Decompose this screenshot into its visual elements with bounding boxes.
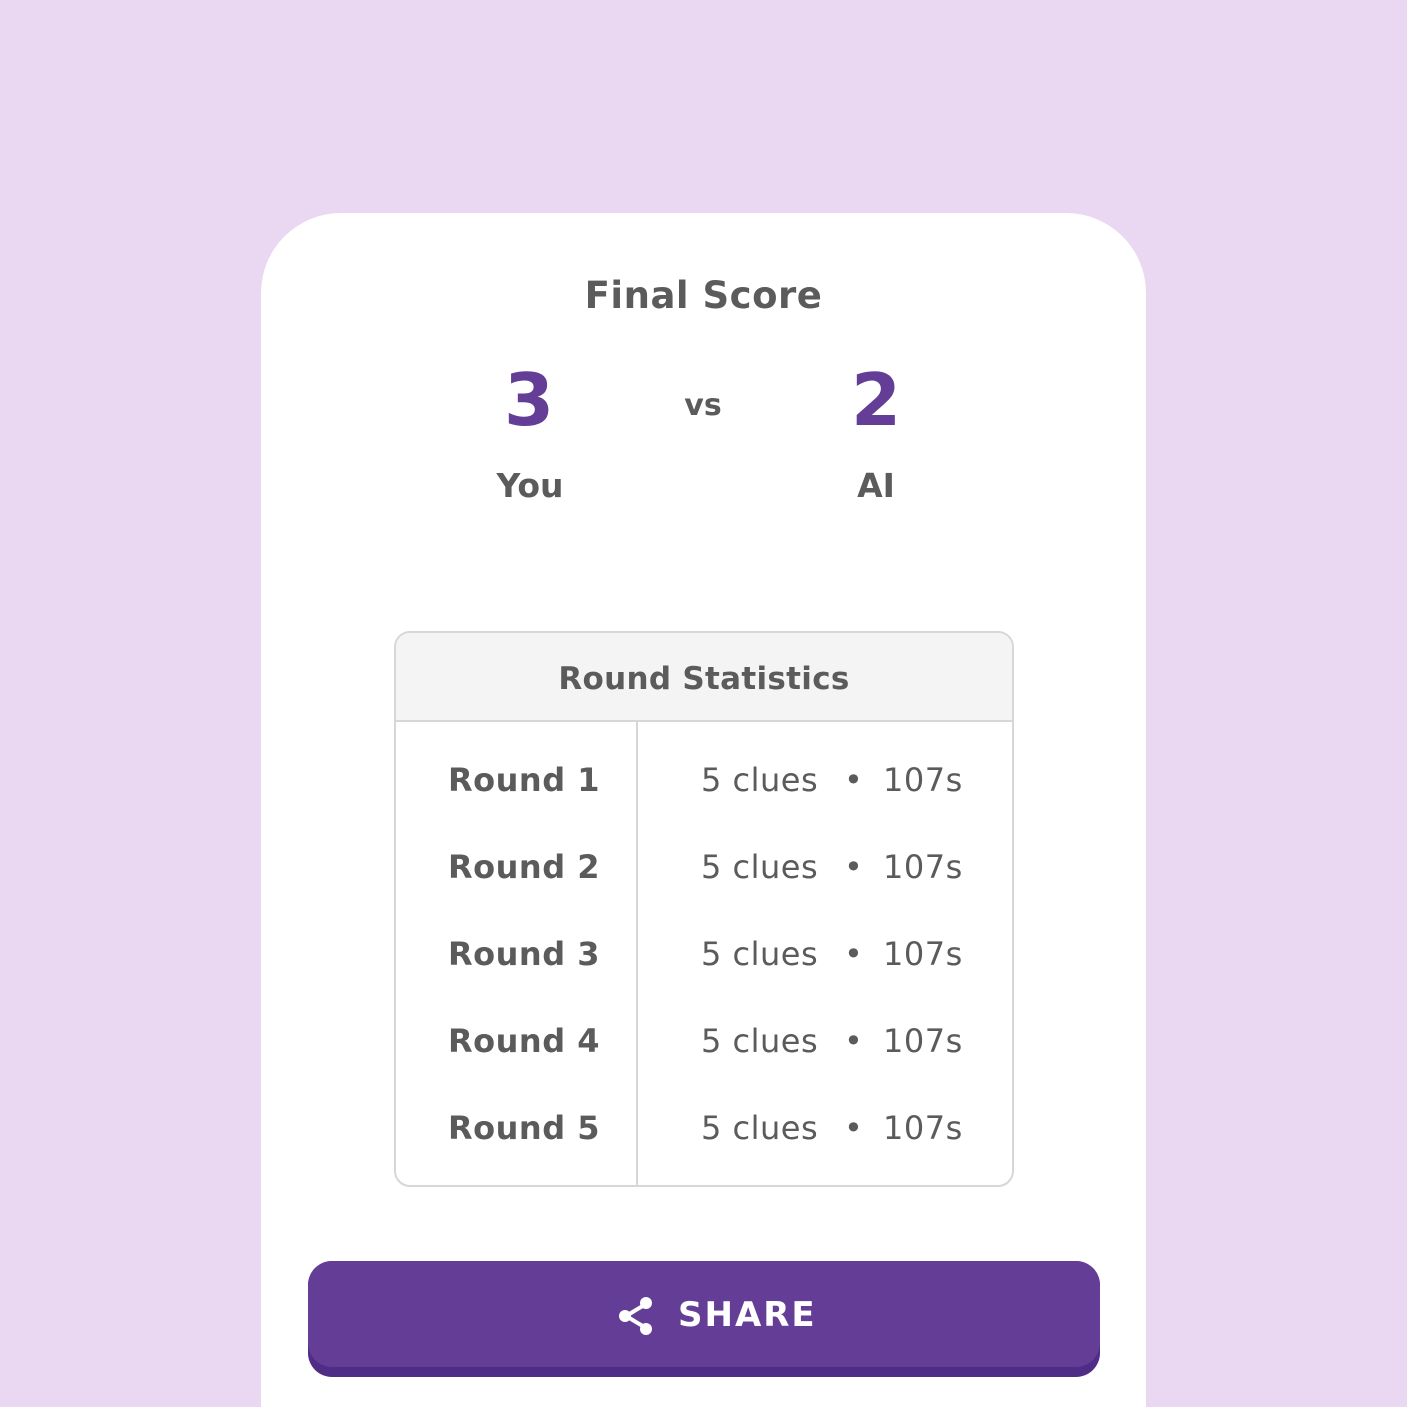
round-label: Round 3 (448, 935, 600, 973)
round-label: Round 2 (448, 848, 600, 886)
player-score: 3 (503, 358, 555, 442)
round-label: Round 5 (448, 1109, 600, 1147)
round-statistics-table: Round Statistics Round 1 5 clues • 107s … (394, 631, 1014, 1187)
clues-count: 5 clues (701, 848, 819, 886)
separator-dot: • (844, 935, 863, 973)
clues-count: 5 clues (701, 761, 819, 799)
separator-dot: • (844, 1022, 863, 1060)
ai-label: AI (857, 466, 895, 505)
round-statistics-header: Round Statistics (396, 633, 1012, 722)
round-time: 107s (883, 1022, 963, 1060)
clues-count: 5 clues (701, 1109, 819, 1147)
share-button[interactable]: SHARE (308, 1261, 1100, 1377)
separator-dot: • (844, 1109, 863, 1147)
ai-score: 2 (850, 358, 902, 442)
table-row: Round 4 5 clues • 107s (396, 1010, 1012, 1070)
round-label: Round 4 (448, 1022, 600, 1060)
separator-dot: • (844, 848, 863, 886)
player-label: You (496, 466, 564, 505)
separator-dot: • (844, 761, 863, 799)
round-time: 107s (883, 935, 963, 973)
round-label: Round 1 (448, 761, 600, 799)
round-time: 107s (883, 848, 963, 886)
table-row: Round 5 5 clues • 107s (396, 1097, 1012, 1157)
round-time: 107s (883, 761, 963, 799)
versus-label: vs (684, 388, 722, 423)
share-icon (619, 1297, 652, 1335)
table-row: Round 1 5 clues • 107s (396, 749, 1012, 809)
clues-count: 5 clues (701, 935, 819, 973)
round-time: 107s (883, 1109, 963, 1147)
final-score-title: Final Score (584, 274, 823, 317)
round-statistics-title: Round Statistics (558, 661, 850, 697)
share-button-face[interactable]: SHARE (308, 1261, 1100, 1367)
table-row: Round 2 5 clues • 107s (396, 836, 1012, 896)
clues-count: 5 clues (701, 1022, 819, 1060)
table-row: Round 3 5 clues • 107s (396, 923, 1012, 983)
share-label: SHARE (678, 1295, 817, 1335)
